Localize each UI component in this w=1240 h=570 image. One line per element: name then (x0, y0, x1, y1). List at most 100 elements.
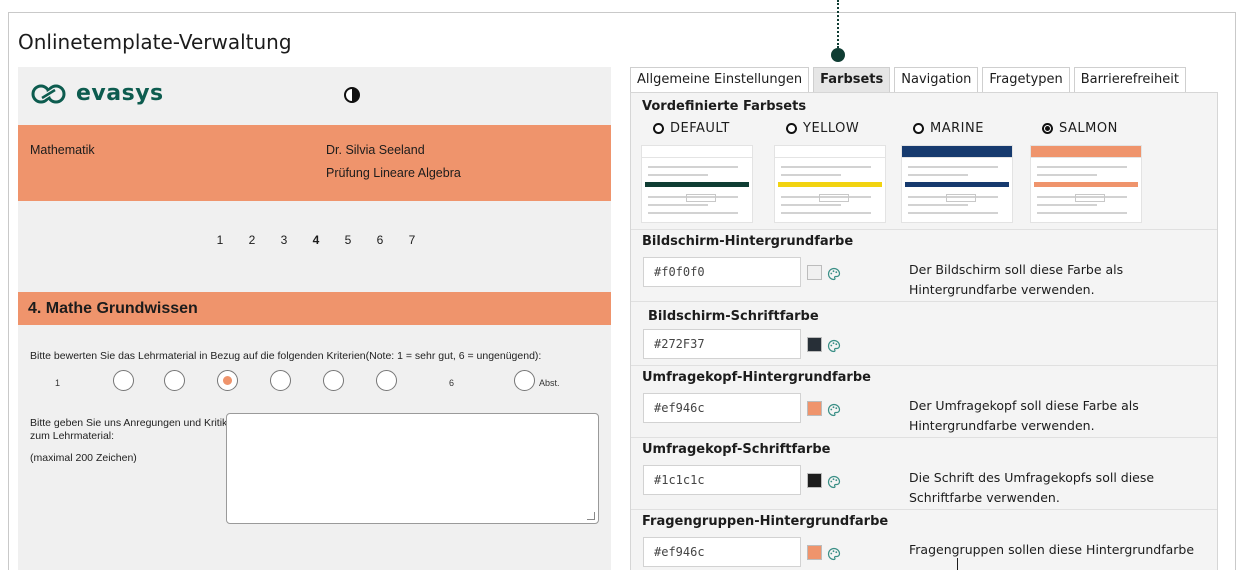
page-link-2[interactable]: 2 (236, 233, 268, 259)
color-setting-3: Umfragekopf-Hintergrundfarbe #ef946c Der U… (631, 365, 1217, 437)
resize-handle[interactable] (587, 512, 595, 520)
hex-color-input[interactable]: #272F37 (643, 329, 801, 359)
color-setting-4: Umfragekopf-Schriftfarbe #1c1c1c Die Schri… (631, 437, 1217, 509)
color-picker-icon[interactable] (827, 266, 841, 281)
page-title: Onlinetemplate-Verwaltung (18, 30, 292, 54)
rating-radio-5[interactable] (323, 370, 344, 391)
thumbnail-header (1031, 146, 1141, 158)
color-swatch[interactable] (807, 337, 822, 352)
comment-label: Bitte geben Sie uns Anregungen und Kriti… (30, 417, 228, 442)
color-settings-panel: Vordefinierte Farbsets DEFAULT YELLOW MARI… (630, 92, 1218, 570)
page-link-1[interactable]: 1 (204, 233, 236, 259)
preset-yellow[interactable]: YELLOW (774, 121, 886, 223)
thumbnail-input (1075, 194, 1105, 202)
preset-option[interactable]: SALMON (1042, 121, 1118, 136)
color-setting-description: Die Schrift des Umfragekopfs soll diese … (909, 470, 1155, 505)
preset-radio[interactable] (1042, 123, 1053, 134)
hex-color-input[interactable]: #ef946c (643, 393, 801, 423)
preset-thumbnail[interactable] (1030, 145, 1142, 223)
rating-radio-4[interactable] (270, 370, 291, 391)
thumbnail-line (1037, 204, 1097, 206)
preset-thumbnail[interactable] (641, 145, 753, 223)
preset-radio[interactable] (786, 123, 797, 134)
thumbnail-line (1037, 212, 1127, 214)
thumbnail-input (946, 194, 976, 202)
preset-radio[interactable] (913, 123, 924, 134)
preset-option[interactable]: DEFAULT (653, 121, 730, 136)
comment-textarea[interactable] (226, 413, 599, 524)
tab-farbsets[interactable]: Farbsets (813, 67, 891, 92)
rating-question: Bitte bewerten Sie das Lehrmaterial in B… (30, 350, 542, 362)
thumbnail-line (781, 174, 841, 176)
thumbnail-group-bar (778, 182, 882, 187)
thumbnail-header (642, 146, 752, 158)
evasys-logo: evasys (30, 81, 164, 106)
preset-label-text: SALMON (1059, 121, 1118, 136)
preset-label-text: YELLOW (803, 121, 860, 136)
color-setting-description: Fragengruppen sollen diese Hintergrundfa… (909, 542, 1195, 557)
color-setting-description: Der Umfragekopf soll diese Farbe als Hin… (909, 398, 1139, 433)
preset-salmon[interactable]: SALMON (1030, 121, 1142, 223)
rating-radio-1[interactable] (113, 370, 134, 391)
contrast-icon[interactable] (344, 87, 360, 103)
page-link-3[interactable]: 3 (268, 233, 300, 259)
color-setting-title: Fragengruppen-Hintergrundfarbe (642, 514, 889, 529)
rating-radio-6[interactable] (376, 370, 397, 391)
thumbnail-group-bar (905, 182, 1009, 187)
color-setting-1: Bildschirm-Hintergrundfarbe #f0f0f0 Der Bi… (631, 229, 1217, 301)
survey-exam: Prüfung Lineare Algebra (326, 166, 461, 180)
scale-max-label: 6 (449, 378, 455, 388)
preset-default[interactable]: DEFAULT (641, 121, 753, 223)
survey-subject: Mathematik (30, 143, 95, 157)
tab-allgemeine-einstellungen[interactable]: Allgemeine Einstellungen (630, 67, 810, 92)
annotation-pointer-line (837, 0, 839, 48)
preset-option[interactable]: YELLOW (786, 121, 859, 136)
thumbnail-line (908, 166, 998, 168)
presets-title: Vordefinierte Farbsets (642, 99, 807, 114)
hex-color-input[interactable]: #1c1c1c (643, 465, 801, 495)
color-setting-title: Bildschirm-Schriftfarbe (648, 309, 819, 324)
tab-barrierefreiheit[interactable]: Barrierefreiheit (1073, 67, 1186, 92)
comment-hint: (maximal 200 Zeichen) (30, 452, 137, 464)
preset-marine[interactable]: MARINE (901, 121, 1013, 223)
preset-radio[interactable] (653, 123, 664, 134)
hex-color-input[interactable]: #ef946c (643, 537, 801, 567)
tab-fragetypen[interactable]: Fragetypen (982, 67, 1070, 92)
page-link-4[interactable]: 4 (300, 233, 332, 259)
thumbnail-header (902, 146, 1012, 158)
preset-label-text: DEFAULT (670, 121, 730, 136)
rating-radio-abstain[interactable] (514, 370, 535, 391)
rating-radio-2[interactable] (164, 370, 185, 391)
color-swatch[interactable] (807, 401, 822, 416)
color-swatch[interactable] (807, 265, 822, 280)
page-link-6[interactable]: 6 (364, 233, 396, 259)
color-picker-icon[interactable] (827, 402, 841, 417)
page-link-7[interactable]: 7 (396, 233, 428, 259)
tab-navigation[interactable]: Navigation (894, 67, 979, 92)
hex-color-input[interactable]: #f0f0f0 (643, 257, 801, 287)
settings-tabs: Allgemeine Einstellungen Farbsets Navigati… (630, 67, 1190, 92)
rating-radio-3[interactable] (217, 370, 238, 391)
color-picker-icon[interactable] (827, 474, 841, 489)
thumbnail-line (1037, 174, 1097, 176)
preset-thumbnail[interactable] (901, 145, 1013, 223)
thumbnail-line (781, 166, 871, 168)
scale-min-label: 1 (55, 378, 61, 388)
question-group-header: 4. Mathe Grundwissen (18, 292, 611, 325)
annotation-marker (831, 48, 845, 62)
preset-label-text: MARINE (930, 121, 984, 136)
color-swatch[interactable] (807, 473, 822, 488)
color-picker-icon[interactable] (827, 338, 841, 353)
rating-scale: 1 6 Abst. (18, 370, 611, 394)
page-link-5[interactable]: 5 (332, 233, 364, 259)
preset-option[interactable]: MARINE (913, 121, 984, 136)
preset-thumbnail[interactable] (774, 145, 886, 223)
color-setting-title: Bildschirm-Hintergrundfarbe (642, 234, 854, 249)
thumbnail-line (781, 204, 841, 206)
thumbnail-line (648, 174, 708, 176)
survey-preview: evasys Mathematik Dr. Silvia Seeland Prü… (18, 67, 611, 570)
evasys-logo-icon (31, 84, 66, 103)
color-picker-icon[interactable] (827, 546, 841, 561)
color-swatch[interactable] (807, 545, 822, 560)
color-setting-description: Der Bildschirm soll diese Farbe als Hint… (909, 262, 1124, 297)
